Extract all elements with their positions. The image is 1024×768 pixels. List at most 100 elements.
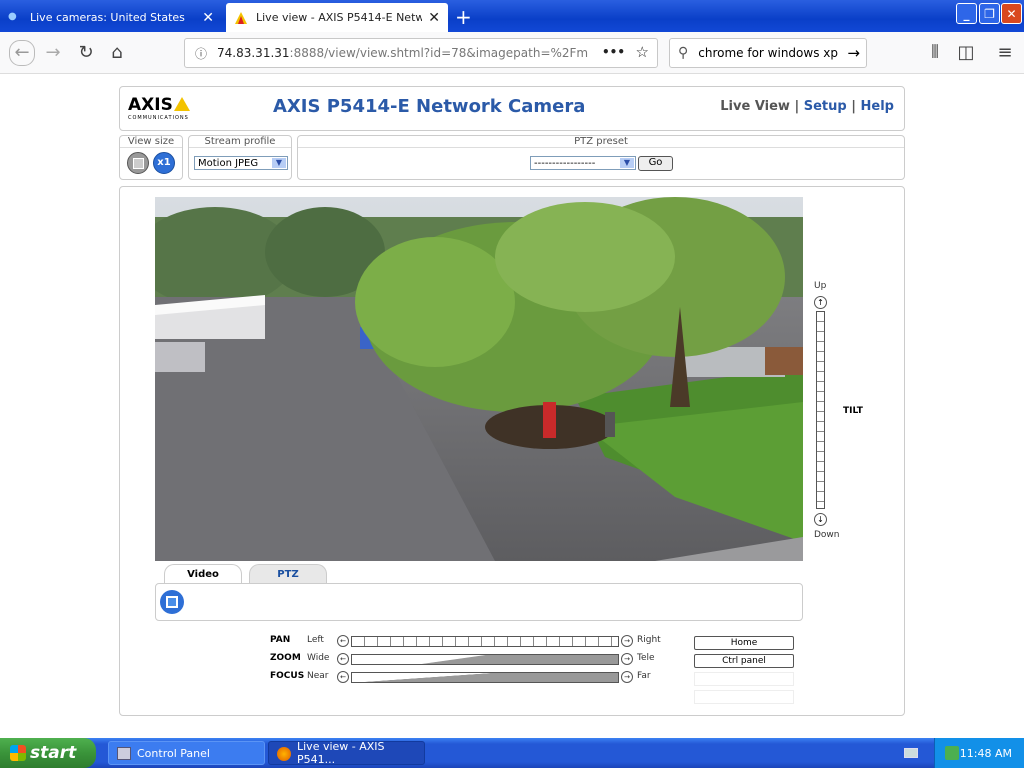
tab-label: Live cameras: United States [30,11,185,24]
home-button[interactable]: Home [694,636,794,650]
site-info-icon[interactable]: ⓘ [195,45,207,62]
start-button[interactable]: start [0,738,96,768]
header-nav: Live View | Setup | Help [720,99,894,114]
stream-profile-label: Stream profile [189,136,291,148]
pan-right-label: Right [637,635,661,645]
axis-favicon-icon [235,11,247,24]
page-actions-icon[interactable]: ••• [602,45,625,59]
video-tab-panel [155,583,803,621]
search-icon: ⚲ [678,45,689,61]
back-arrow-icon[interactable]: ← [9,40,35,66]
url-bar[interactable]: ⓘ 74.83.31.31:8888/view/view.shtml?id=78… [184,38,658,68]
chevron-down-icon: ▼ [272,158,286,168]
pan-left-label: Left [307,635,324,645]
axis-logo-triangle-icon [174,97,190,111]
pan-slider[interactable] [351,636,619,647]
camera-header: AXIS COMMUNICATIONS AXIS P5414-E Network… [119,86,905,131]
page-favicon-icon: ● [8,10,17,22]
pan-right-arrow-icon[interactable]: → [621,635,633,647]
help-link[interactable]: Help [861,99,894,114]
zoom-label: ZOOM [270,653,301,663]
ptz-preset-select[interactable]: ----------------- ▼ [530,156,636,170]
axis-logo: AXIS COMMUNICATIONS [128,95,190,121]
zoom-in-arrow-icon[interactable]: → [621,653,633,665]
tab-live-view[interactable]: Live view - AXIS P5414-E Network ✕ [226,3,448,32]
close-tab-icon[interactable]: ✕ [202,10,214,26]
minimize-icon[interactable]: _ [956,3,977,24]
taskbar-item-control-panel[interactable]: Control Panel [108,741,265,765]
tab-video[interactable]: Video [164,564,242,584]
page-title: AXIS P5414-E Network Camera [273,96,586,117]
tilt-down-arrow-icon[interactable]: ↓ [814,513,827,526]
focus-near-arrow-icon[interactable]: ← [337,671,349,683]
chevron-down-icon: ▼ [620,158,634,168]
web-page: AXIS COMMUNICATIONS AXIS P5414-E Network… [0,74,1024,738]
search-go-arrow-icon[interactable]: → [847,44,860,62]
zoom-control-row: ZOOM Wide ← → Tele [270,653,670,667]
focus-far-arrow-icon[interactable]: → [621,671,633,683]
go-button[interactable]: Go [638,156,673,171]
zoom-out-arrow-icon[interactable]: ← [337,653,349,665]
bookmark-star-icon[interactable]: ☆ [636,43,649,61]
ptz-preset-group: PTZ preset ----------------- ▼ Go [297,135,905,180]
url-host: 74.83.31.31 [217,46,290,60]
tab-ptz[interactable]: PTZ [249,564,327,584]
network-icon[interactable] [945,746,959,760]
tilt-up-label: Up [814,281,827,291]
pan-left-arrow-icon[interactable]: ← [337,635,349,647]
menu-hamburger-icon[interactable]: ≡ [994,42,1016,64]
view-size-label: View size [120,136,182,148]
windows-taskbar: start Control Panel Live view - AXIS P54… [0,738,1024,768]
close-window-icon[interactable]: ✕ [1001,3,1022,24]
keyboard-icon[interactable] [904,748,918,758]
ctrl-panel-button[interactable]: Ctrl panel [694,654,794,668]
pan-label: PAN [270,635,291,645]
restore-icon[interactable]: ❐ [979,3,1000,24]
ptz-preset-label: PTZ preset [298,136,904,148]
forward-arrow-icon[interactable]: → [42,42,64,64]
focus-near-label: Near [307,671,329,681]
zoom-tele-label: Tele [637,653,655,663]
focus-far-label: Far [637,671,651,681]
sidebar-icon[interactable]: ◫ [955,42,977,64]
view-size-x1-button[interactable]: x1 [153,152,175,174]
tilt-slider[interactable] [816,311,825,509]
tab-live-cameras[interactable]: ● Live cameras: United States ✕ [0,3,222,32]
empty-slot [694,672,794,686]
tab-label: Live view - AXIS P5414-E Network [256,11,423,24]
browser-icon [277,747,291,761]
setup-link[interactable]: Setup [804,99,847,114]
stream-profile-select[interactable]: Motion JPEG ▼ [194,156,288,170]
stream-profile-group: Stream profile Motion JPEG ▼ [188,135,292,180]
browser-title-bar: ● Live cameras: United States ✕ Live vie… [0,0,1024,32]
url-path: :8888/view/view.shtml?id=78&imagepath=%2… [289,46,589,60]
tilt-up-arrow-icon[interactable]: ↑ [814,296,827,309]
reload-icon[interactable]: ↻ [75,42,97,64]
close-tab-icon[interactable]: ✕ [428,10,440,26]
view-size-group: View size x1 [119,135,183,180]
zoom-slider[interactable] [351,654,619,665]
focus-label: FOCUS [270,671,305,681]
camera-live-video[interactable] [155,197,803,561]
empty-slot [694,690,794,704]
focus-slider[interactable] [351,672,619,683]
system-tray: 11:48 AM [934,738,1024,768]
tilt-label: TILT [843,406,863,416]
library-icon[interactable]: ⫴ [924,42,946,64]
live-view-link[interactable]: Live View [720,99,790,114]
search-box[interactable]: ⚲ chrome for windows xp → [669,38,867,68]
taskbar-item-browser[interactable]: Live view - AXIS P541... [268,740,425,766]
fullscreen-view-icon[interactable] [127,152,149,174]
camera-scene-image [155,197,803,561]
new-tab-icon[interactable]: + [455,5,472,29]
search-input[interactable]: chrome for windows xp [698,46,838,60]
focus-control-row: FOCUS Near ← → Far [270,671,670,685]
clock: 11:48 AM [959,746,1012,760]
windows-logo-icon [10,745,26,761]
tilt-down-label: Down [814,530,840,540]
live-view-panel: Up ↑ ↓ Down TILT Video PTZ PAN Left ← → … [119,186,905,716]
stop-button[interactable] [160,590,184,614]
control-panel-icon [117,747,131,760]
navigation-toolbar: ← → ↻ ⌂ ⓘ 74.83.31.31:8888/view/view.sht… [0,32,1024,74]
home-icon[interactable]: ⌂ [106,42,128,64]
